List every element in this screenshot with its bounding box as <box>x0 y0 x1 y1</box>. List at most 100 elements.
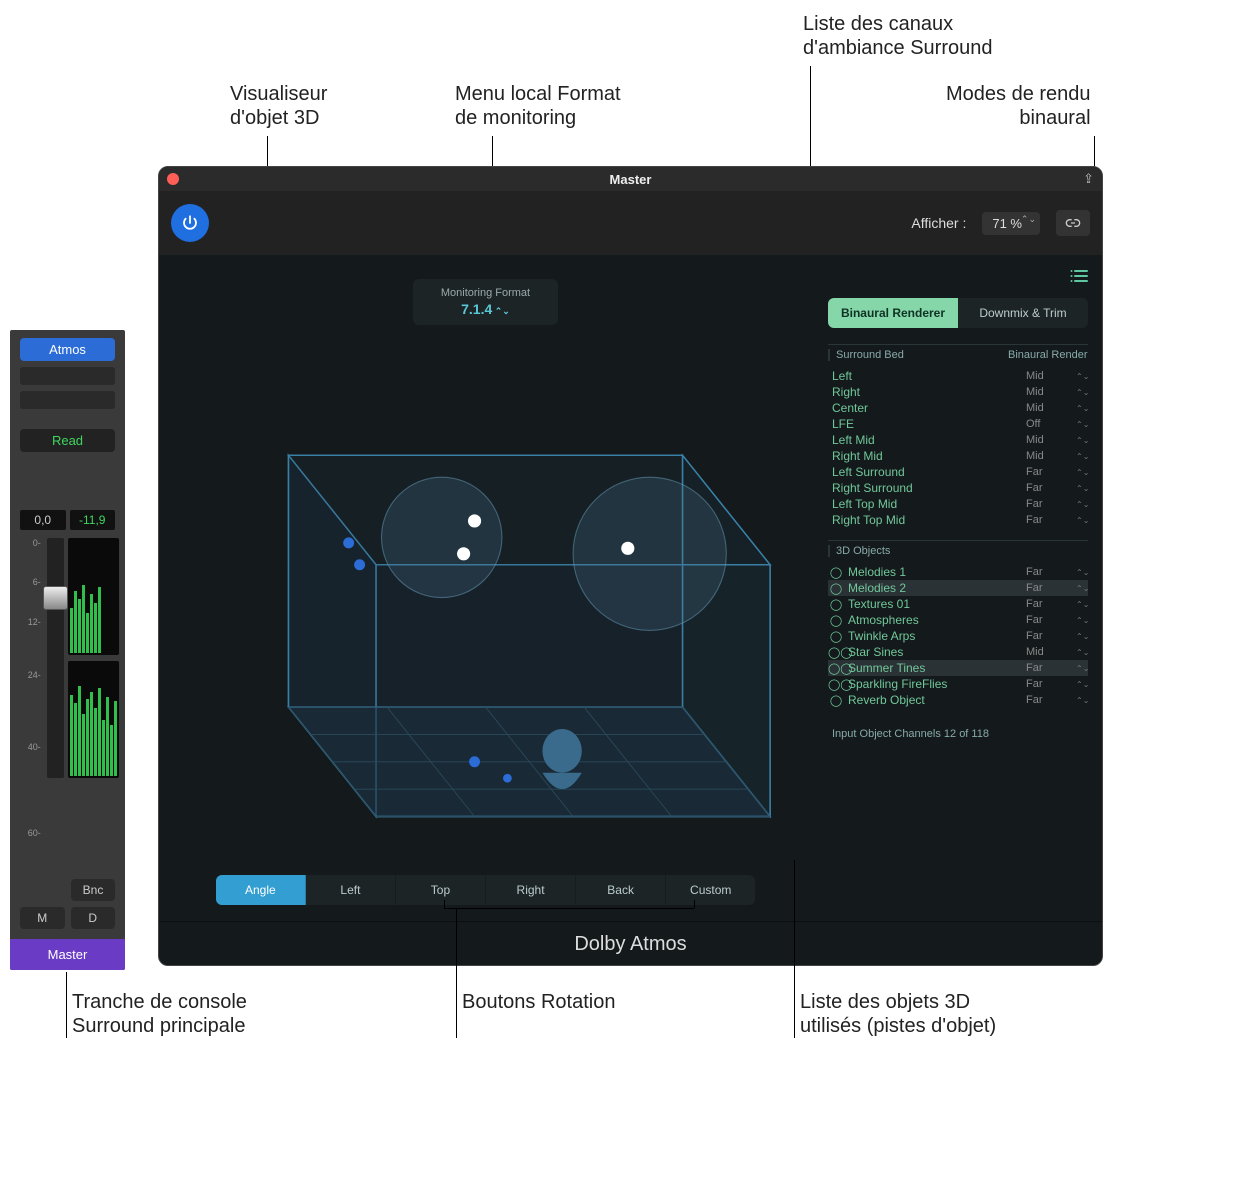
close-icon[interactable] <box>167 173 179 185</box>
link-button[interactable] <box>1056 210 1090 236</box>
object-row[interactable]: ◯Reverb ObjectFar⌃⌄ <box>828 692 1088 708</box>
bed-render-value[interactable]: Mid <box>1026 386 1076 398</box>
chevron-updown-icon: ⌃⌄ <box>1076 372 1088 381</box>
3d-object-viewer[interactable] <box>179 365 792 863</box>
object-render-value[interactable]: Far <box>1026 598 1076 610</box>
atmos-button[interactable]: Atmos <box>20 338 115 361</box>
bed-row[interactable]: LeftMid⌃⌄ <box>828 368 1088 384</box>
chevron-updown-icon: ⌃⌄ <box>1076 680 1088 689</box>
object-render-value[interactable]: Far <box>1026 662 1076 674</box>
bed-render-value[interactable]: Far <box>1026 514 1076 526</box>
bed-channel-name: Right Surround <box>828 481 1026 495</box>
mono-icon: ◯ <box>828 694 844 707</box>
bed-render-value[interactable]: Mid <box>1026 370 1076 382</box>
chevron-updown-icon: ⌃⌄ <box>1076 600 1088 609</box>
automation-mode-button[interactable]: Read <box>20 429 115 452</box>
mono-icon: ◯ <box>828 614 844 627</box>
volume-fader[interactable] <box>47 538 64 778</box>
3d-objects-list: ◯Melodies 1Far⌃⌄◯Melodies 2Far⌃⌄◯Texture… <box>828 564 1088 708</box>
window-title: Master <box>159 172 1102 187</box>
list-view-icon[interactable] <box>1070 269 1088 288</box>
mode-tab-binaural-renderer[interactable]: Binaural Renderer <box>828 298 958 328</box>
insert-slot[interactable] <box>20 367 115 385</box>
chevron-updown-icon: ⌃⌄ <box>1076 664 1088 673</box>
chevron-updown-icon: ⌃⌄ <box>1076 584 1088 593</box>
bed-render-value[interactable]: Mid <box>1026 450 1076 462</box>
list-pane: Binaural RendererDownmix & Trim Surround… <box>812 255 1102 921</box>
bed-channel-name: Right Top Mid <box>828 513 1026 527</box>
rotation-button-left[interactable]: Left <box>306 875 396 905</box>
share-icon[interactable]: ⇪ <box>1083 171 1094 187</box>
bed-render-value[interactable]: Far <box>1026 498 1076 510</box>
bed-render-value[interactable]: Off <box>1026 418 1076 430</box>
callout-rotation: Boutons Rotation <box>462 990 615 1014</box>
object-row[interactable]: ◯Textures 01Far⌃⌄ <box>828 596 1088 612</box>
object-row[interactable]: ◯Twinkle ArpsFar⌃⌄ <box>828 628 1088 644</box>
object-row[interactable]: ◯◯Summer TinesFar⌃⌄ <box>828 660 1088 676</box>
bed-row[interactable]: LFEOff⌃⌄ <box>828 416 1088 432</box>
fader-area: 0- 6- 12- 24- 40- 60- <box>16 538 119 867</box>
mono-icon: ◯ <box>828 566 844 579</box>
track-name-label[interactable]: Master <box>10 939 125 970</box>
solo-button[interactable]: D <box>71 907 116 929</box>
bed-channel-name: LFE <box>828 417 1026 431</box>
bed-row[interactable]: Right Top MidFar⌃⌄ <box>828 512 1088 528</box>
object-row[interactable]: ◯◯Star SinesMid⌃⌄ <box>828 644 1088 660</box>
bed-render-value[interactable]: Mid <box>1026 434 1076 446</box>
leader-line <box>794 860 795 1038</box>
bed-row[interactable]: RightMid⌃⌄ <box>828 384 1088 400</box>
object-render-value[interactable]: Far <box>1026 630 1076 642</box>
callout-surround-list: Liste des canaux d'ambiance Surround <box>803 12 993 60</box>
object-render-value[interactable]: Far <box>1026 694 1076 706</box>
object-row[interactable]: ◯AtmospheresFar⌃⌄ <box>828 612 1088 628</box>
bed-row[interactable]: Left Top MidFar⌃⌄ <box>828 496 1088 512</box>
bed-row[interactable]: Left SurroundFar⌃⌄ <box>828 464 1088 480</box>
object-render-value[interactable]: Far <box>1026 582 1076 594</box>
zoom-select[interactable]: 71 % <box>982 212 1040 235</box>
master-channel-strip: Atmos Read 0,0 -11,9 0- 6- 12- 24- 40- 6… <box>10 330 125 970</box>
rotation-button-top[interactable]: Top <box>396 875 486 905</box>
callout-monitoring: Menu local Format de monitoring <box>455 82 621 130</box>
object-render-value[interactable]: Far <box>1026 566 1076 578</box>
chevron-updown-icon: ⌃⌄ <box>1076 452 1088 461</box>
chevron-updown-icon: ⌃⌄ <box>1076 516 1088 525</box>
rotation-button-custom[interactable]: Custom <box>666 875 755 905</box>
zoom-label: Afficher : <box>911 215 966 231</box>
object-name: Star Sines <box>844 645 1026 659</box>
object-render-value[interactable]: Far <box>1026 614 1076 626</box>
dolby-atmos-plugin-window: Master ⇪ Afficher : 71 % Monitoring Form… <box>158 166 1103 966</box>
bed-render-value[interactable]: Far <box>1026 482 1076 494</box>
rotation-button-angle[interactable]: Angle <box>216 875 306 905</box>
bed-render-value[interactable]: Far <box>1026 466 1076 478</box>
leader-line <box>444 900 445 908</box>
bed-row[interactable]: Right MidMid⌃⌄ <box>828 448 1088 464</box>
mute-button[interactable]: M <box>20 907 65 929</box>
bed-channel-name: Right Mid <box>828 449 1026 463</box>
mode-tab-downmix-trim[interactable]: Downmix & Trim <box>958 298 1088 328</box>
bed-render-value[interactable]: Mid <box>1026 402 1076 414</box>
rotation-button-right[interactable]: Right <box>486 875 576 905</box>
object-render-value[interactable]: Far <box>1026 678 1076 690</box>
chevron-updown-icon: ⌃⌄ <box>1076 632 1088 641</box>
monitoring-format-menu[interactable]: Monitoring Format 7.1.4 <box>413 279 558 325</box>
leader-line <box>444 908 694 909</box>
plugin-body: Monitoring Format 7.1.4 <box>159 255 1102 921</box>
viewer-pane: Monitoring Format 7.1.4 <box>159 255 812 921</box>
insert-slot[interactable] <box>20 391 115 409</box>
object-row[interactable]: ◯◯Sparkling FireFliesFar⌃⌄ <box>828 676 1088 692</box>
bed-row[interactable]: Right SurroundFar⌃⌄ <box>828 480 1088 496</box>
object-row[interactable]: ◯Melodies 2Far⌃⌄ <box>828 580 1088 596</box>
level-right: -11,9 <box>70 510 116 530</box>
monitoring-format-label: Monitoring Format <box>441 287 530 299</box>
render-mode-tabs: Binaural RendererDownmix & Trim <box>828 298 1088 328</box>
bounce-button[interactable]: Bnc <box>71 879 115 901</box>
bed-row[interactable]: Left MidMid⌃⌄ <box>828 432 1088 448</box>
power-button[interactable] <box>171 204 209 242</box>
bed-row[interactable]: CenterMid⌃⌄ <box>828 400 1088 416</box>
object-row[interactable]: ◯Melodies 1Far⌃⌄ <box>828 564 1088 580</box>
window-titlebar: Master ⇪ <box>159 167 1102 191</box>
chevron-updown-icon: ⌃⌄ <box>1076 388 1088 397</box>
object-render-value[interactable]: Mid <box>1026 646 1076 658</box>
mono-icon: ◯ <box>828 630 844 643</box>
rotation-button-back[interactable]: Back <box>576 875 666 905</box>
